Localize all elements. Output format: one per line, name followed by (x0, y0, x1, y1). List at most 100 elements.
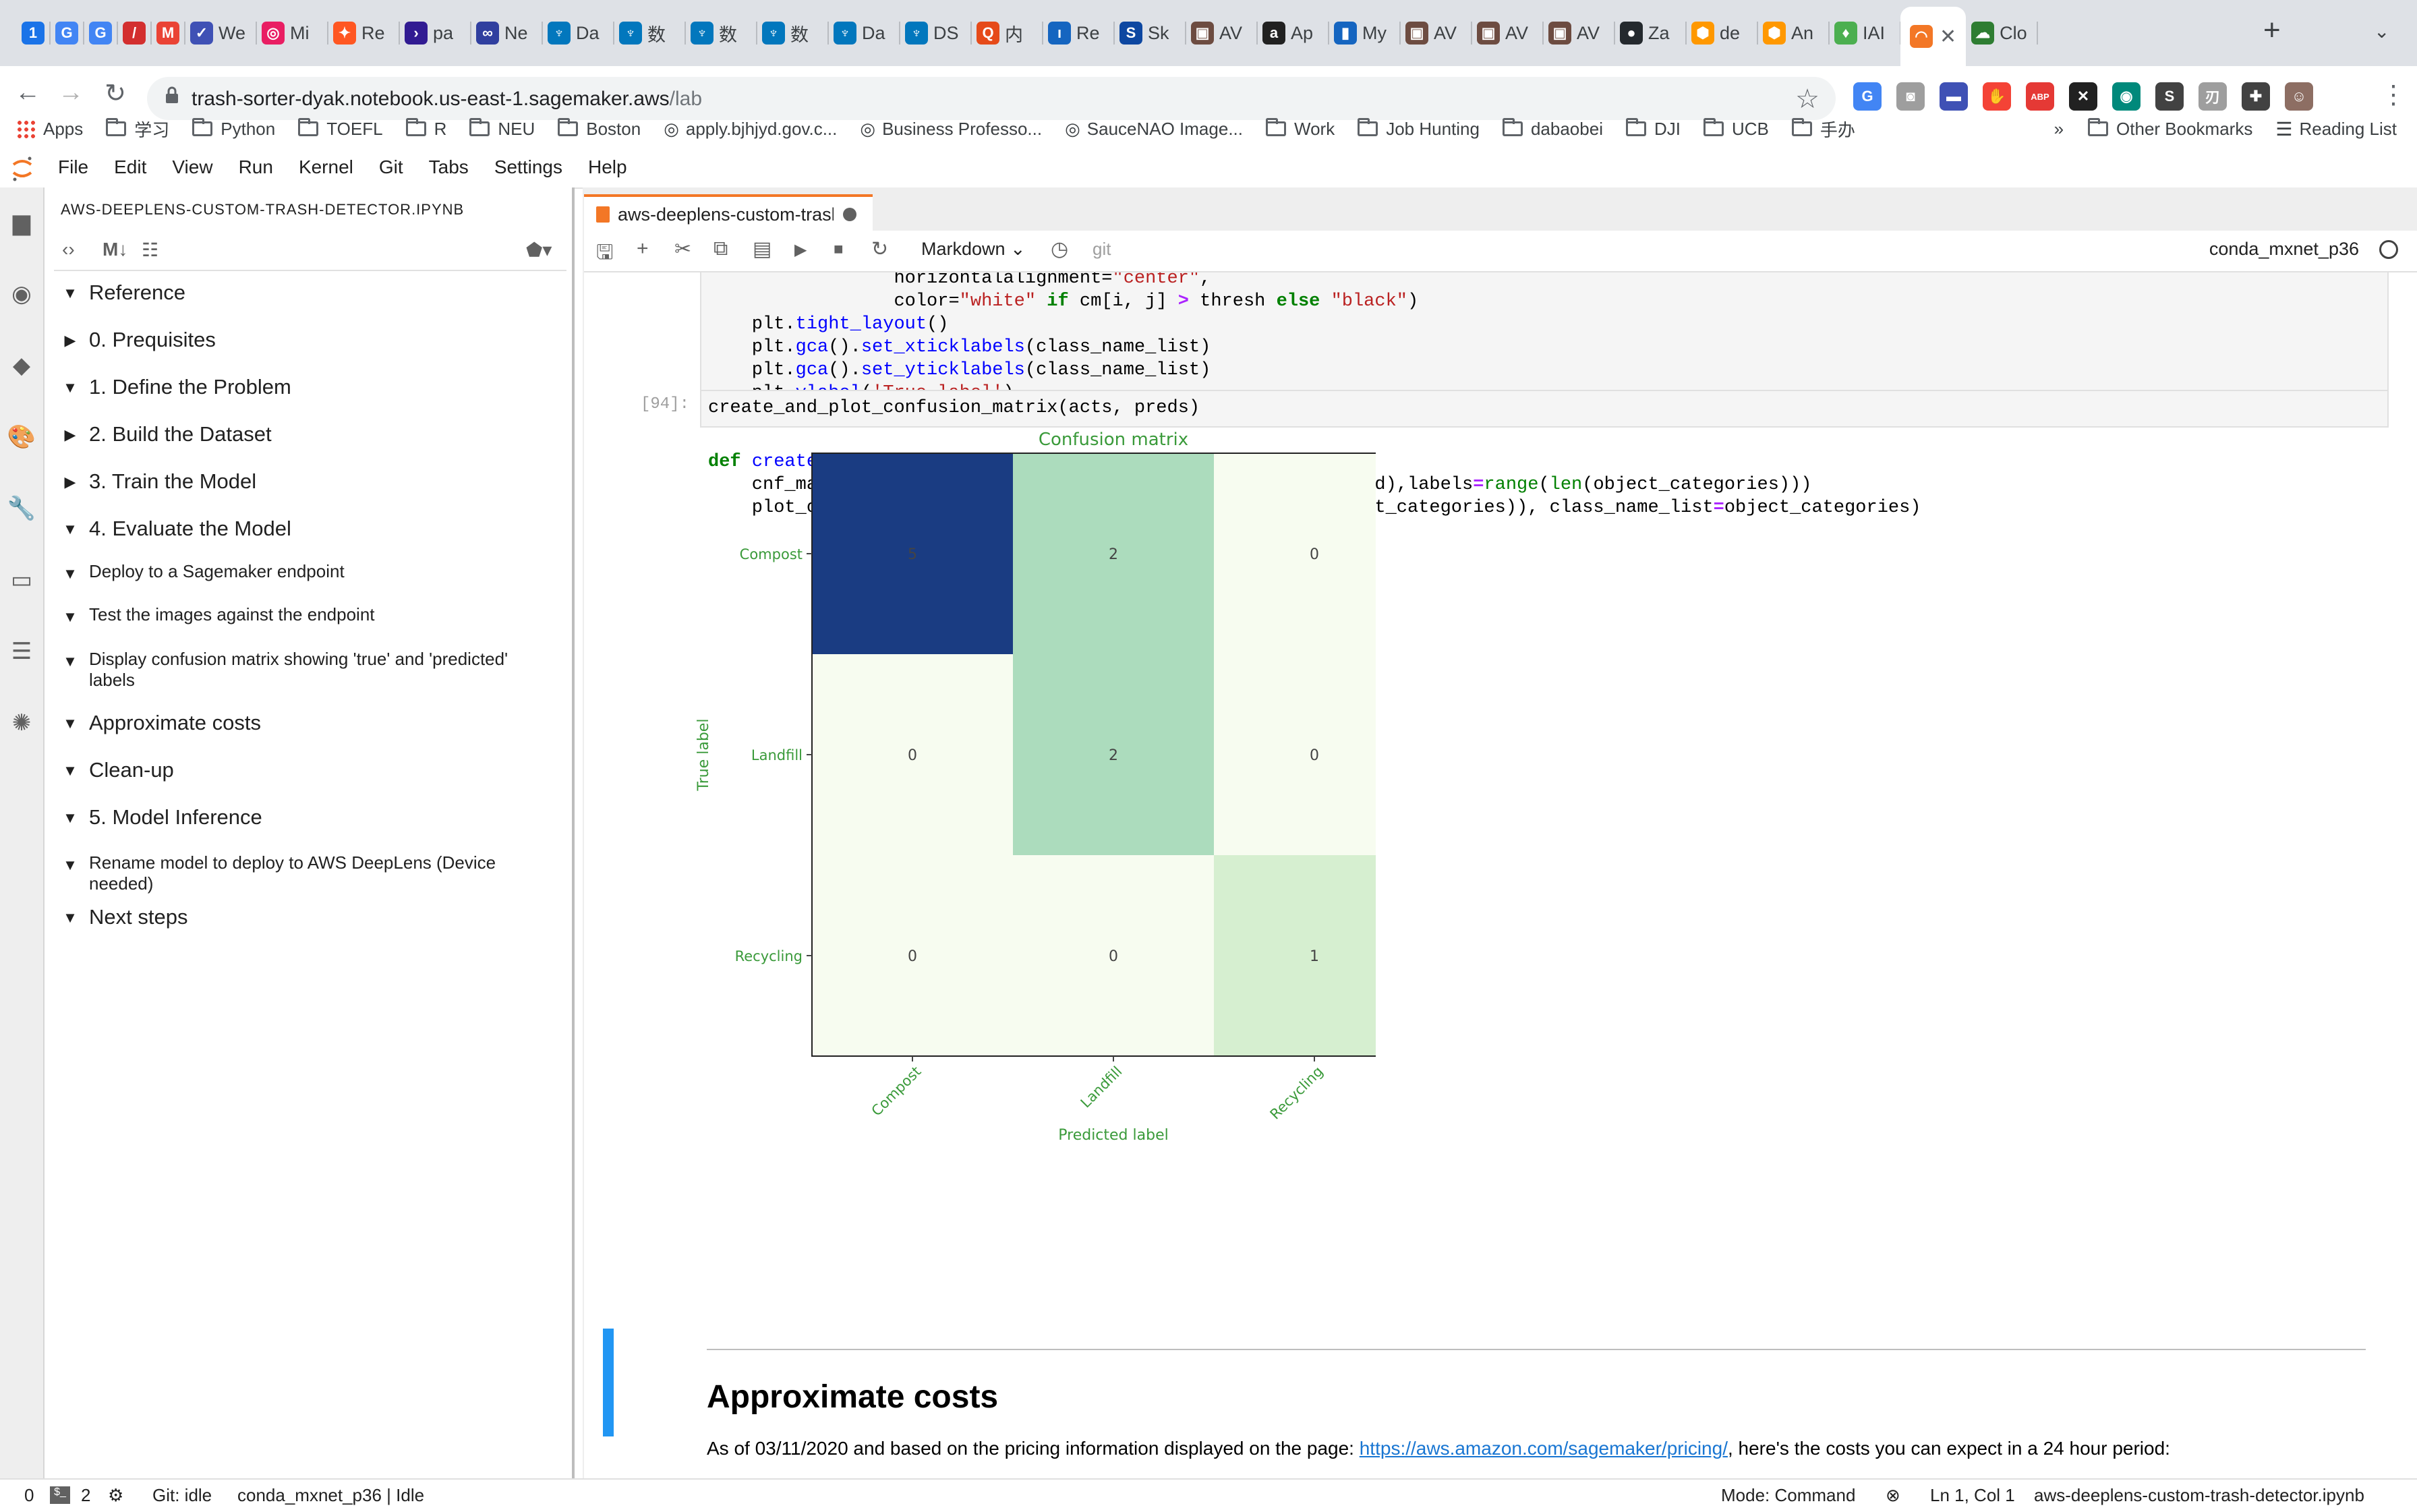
collapse-arrow-icon[interactable]: ▼ (61, 565, 80, 583)
code-toggle-icon[interactable]: ‹› (62, 239, 75, 260)
toc-item[interactable]: ▶ 0. Prequisites (61, 328, 216, 352)
browser-menu-icon[interactable]: ⋮ (2381, 80, 2406, 110)
history-icon[interactable]: ◷ (1051, 237, 1068, 261)
collapse-arrow-icon[interactable]: ▼ (61, 608, 80, 626)
collapse-arrow-icon[interactable]: ▼ (61, 809, 80, 827)
extension-icon[interactable]: ✚ (2242, 82, 2270, 111)
browser-tab[interactable]: ☁ Clo (1966, 7, 2039, 59)
browser-tab[interactable]: ✓ We (185, 7, 257, 59)
tabs-icon[interactable]: ▭ (7, 565, 36, 595)
pricing-link[interactable]: https://aws.amazon.com/sagemaker/pricing… (1360, 1438, 1728, 1459)
bookmark-item[interactable]: Python (192, 118, 275, 140)
extension-icon[interactable]: ◉ (2112, 82, 2141, 111)
menu-item[interactable]: Settings (494, 156, 562, 178)
bookmark-item[interactable]: Boston (558, 118, 641, 140)
status-count-a[interactable]: 0 (24, 1485, 34, 1506)
notification-icon[interactable]: ⊗ (1886, 1485, 1900, 1506)
browser-tab[interactable]: ı Re (1043, 7, 1115, 59)
notebook-content[interactable]: horizontalalignment="center", color="whi… (584, 272, 2417, 1478)
cursor-position[interactable]: Ln 1, Col 1 (1930, 1485, 2015, 1506)
collapse-arrow-icon[interactable]: ▼ (61, 762, 80, 780)
extension-icon[interactable]: S (2155, 82, 2184, 111)
bookmark-item[interactable]: 手办 (1791, 117, 1855, 142)
toc-item[interactable]: ▼ Reference (61, 281, 185, 305)
collapse-arrow-icon[interactable]: ▼ (61, 653, 80, 670)
menu-item[interactable]: Edit (114, 156, 146, 178)
browser-tab[interactable]: › pa (399, 7, 471, 59)
browser-tab[interactable]: ♆ 数 (685, 7, 757, 59)
tab-search-icon[interactable]: ⌄ (2374, 20, 2389, 42)
toc-item[interactable]: ▼ Rename model to deploy to AWS DeepLens … (61, 852, 548, 894)
browser-tab[interactable]: ♦ IAI (1829, 7, 1901, 59)
browser-tab[interactable]: ▣ AV (1472, 7, 1544, 59)
collapse-arrow-icon[interactable]: ▼ (61, 909, 80, 927)
browser-tab[interactable]: G (50, 7, 84, 59)
bookmark-item[interactable]: DJI (1625, 118, 1681, 140)
extension-icon[interactable]: G (1853, 82, 1882, 111)
toc-item[interactable]: ▼ Deploy to a Sagemaker endpoint (61, 561, 548, 583)
collapse-arrow-icon[interactable]: ▼ (61, 856, 80, 874)
browser-tab[interactable]: / (117, 7, 152, 59)
unsaved-dot-icon[interactable] (843, 208, 856, 221)
paste-icon[interactable]: ▤ (753, 237, 771, 261)
menu-item[interactable]: Git (379, 156, 403, 178)
browser-tab[interactable]: ∞ Ne (471, 7, 543, 59)
interrupt-icon[interactable]: ■ (834, 240, 844, 259)
bookmark-item[interactable]: 学习 (106, 117, 169, 142)
code-cell-call[interactable]: create_and_plot_confusion_matrix(acts, p… (700, 390, 2389, 428)
browser-tab[interactable]: ♆ Da (828, 7, 900, 59)
menu-item[interactable]: View (172, 156, 212, 178)
bookmark-star-icon[interactable]: ☆ (1795, 84, 1819, 115)
bookmark-item[interactable]: dabaobei (1502, 118, 1603, 140)
git-status[interactable]: Git: idle (152, 1485, 212, 1506)
extension-icon[interactable]: ✕ (2069, 82, 2097, 111)
menu-item[interactable]: Kernel (299, 156, 353, 178)
wrench-icon[interactable]: 🔧 (7, 494, 36, 523)
browser-tab[interactable]: ✦ Re (328, 7, 400, 59)
folder-icon[interactable]: ▆ (7, 208, 36, 237)
numbering-toggle-icon[interactable]: ☷ (142, 239, 158, 261)
other-bookmarks[interactable]: Other Bookmarks (2088, 118, 2252, 140)
extension-icon[interactable]: ▬ (1940, 82, 1968, 111)
browser-tab[interactable]: G (84, 7, 118, 59)
bookmark-item[interactable]: Apps (16, 119, 83, 140)
browser-tab[interactable]: ♆ DS (900, 7, 972, 59)
bookmark-item[interactable]: UCB (1703, 118, 1769, 140)
expand-arrow-icon[interactable]: ▶ (61, 473, 80, 491)
toc-item[interactable]: ▶ 3. Train the Model (61, 469, 257, 494)
collapse-arrow-icon[interactable]: ▼ (61, 715, 80, 732)
browser-tab[interactable]: ▣ AV (1186, 7, 1258, 59)
toc-item[interactable]: ▼ 4. Evaluate the Model (61, 517, 291, 541)
extension-icon[interactable]: ✋ (1983, 82, 2011, 111)
toc-item[interactable]: ▼ Test the images against the endpoint (61, 604, 548, 626)
bookmark-item[interactable]: TOEFL (298, 118, 383, 140)
extension-manager-icon[interactable]: ✺ (7, 708, 36, 738)
menu-item[interactable]: Tabs (429, 156, 469, 178)
toc-item[interactable]: ▼ Approximate costs (61, 711, 261, 735)
running-icon[interactable]: ◉ (7, 279, 36, 309)
git-icon[interactable]: ◆ (7, 351, 36, 380)
browser-tab[interactable]: ♆ 数 (757, 7, 829, 59)
palette-icon[interactable]: 🎨 (7, 422, 36, 452)
browser-tab[interactable]: S Sk (1114, 7, 1186, 59)
bookmark-item[interactable]: R (405, 118, 446, 140)
cell-type-dropdown[interactable]: Markdown ⌄ (921, 239, 1026, 260)
restart-icon[interactable]: ↻ (871, 237, 888, 261)
browser-tab[interactable]: ▣ AV (1543, 7, 1615, 59)
status-count-b[interactable]: 2 (81, 1485, 90, 1506)
collapse-arrow-icon[interactable]: ▼ (61, 521, 80, 538)
markdown-toggle-icon[interactable]: M↓ (103, 239, 127, 260)
save-icon[interactable]: 🖫 (596, 237, 614, 272)
browser-tab[interactable]: ▣ AV (1400, 7, 1472, 59)
browser-tab-active[interactable]: ◠ ✕ (1900, 7, 1967, 66)
bookmark-item[interactable]: Job Hunting (1358, 118, 1480, 140)
browser-tab[interactable]: a Ap (1257, 7, 1329, 59)
expand-arrow-icon[interactable]: ▶ (61, 426, 80, 444)
code-cell-plot-function[interactable]: horizontalalignment="center", color="whi… (700, 272, 2389, 518)
menu-item[interactable]: Run (239, 156, 273, 178)
browser-tab[interactable]: 1 (16, 7, 51, 59)
browser-tab[interactable]: ⬢ de (1686, 7, 1758, 59)
extension-icon[interactable]: ABP (2026, 82, 2054, 111)
extension-icon[interactable]: ◙ (1896, 82, 1925, 111)
toc-item[interactable]: ▶ 2. Build the Dataset (61, 422, 272, 446)
